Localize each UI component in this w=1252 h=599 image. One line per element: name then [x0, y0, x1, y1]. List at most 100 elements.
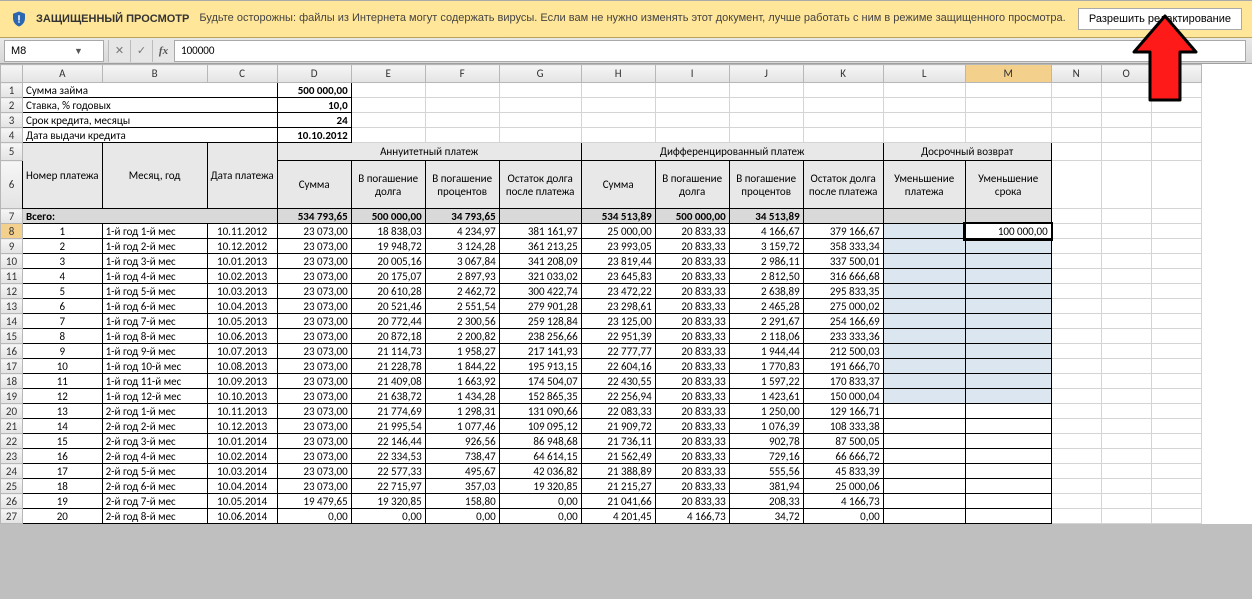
data-cell[interactable]: 2 118,06 — [729, 329, 803, 344]
cell-month[interactable]: 1-й год 11-й мес — [102, 374, 207, 389]
row-header[interactable]: 18 — [1, 374, 23, 389]
cell-date[interactable]: 10.10.2013 — [207, 389, 277, 404]
col-header[interactable]: G — [499, 65, 581, 83]
data-cell[interactable]: 23 073,00 — [277, 254, 351, 269]
data-cell[interactable]: 212 500,03 — [803, 344, 883, 359]
data-cell[interactable]: 361 213,25 — [499, 239, 581, 254]
data-cell[interactable]: 23 819,44 — [581, 254, 655, 269]
cell-num[interactable]: 1 — [23, 224, 103, 239]
cell-num[interactable]: 12 — [23, 389, 103, 404]
cell-month[interactable]: 2-й год 3-й мес — [102, 434, 207, 449]
data-cell[interactable]: 21 638,72 — [351, 389, 425, 404]
col-header[interactable]: E — [351, 65, 425, 83]
param-label[interactable]: Дата выдачи кредита — [23, 128, 278, 143]
select-all-button[interactable] — [1, 65, 23, 83]
data-cell[interactable]: 275 000,02 — [803, 299, 883, 314]
data-cell[interactable]: 20 833,33 — [655, 269, 729, 284]
col-header[interactable]: M — [965, 65, 1051, 83]
row-header[interactable]: 6 — [1, 161, 23, 209]
data-cell[interactable]: 20 833,33 — [655, 254, 729, 269]
data-cell[interactable]: 2 897,93 — [425, 269, 499, 284]
cell-num[interactable]: 3 — [23, 254, 103, 269]
cancel-icon[interactable]: ✕ — [108, 40, 130, 62]
data-cell[interactable]: 23 073,00 — [277, 449, 351, 464]
data-cell[interactable]: 1 298,31 — [425, 404, 499, 419]
cell-date[interactable]: 10.03.2014 — [207, 464, 277, 479]
cell-date[interactable]: 10.06.2014 — [207, 509, 277, 524]
row-header[interactable]: 4 — [1, 128, 23, 143]
cell-month[interactable]: 2-й год 2-й мес — [102, 419, 207, 434]
data-cell[interactable]: 20 833,33 — [655, 344, 729, 359]
totals-label[interactable]: Всего: — [23, 209, 278, 224]
data-cell[interactable]: 381 161,97 — [499, 224, 581, 239]
data-cell[interactable]: 4 234,97 — [425, 224, 499, 239]
col-header[interactable]: L — [883, 65, 965, 83]
cell-num[interactable]: 19 — [23, 494, 103, 509]
fx-icon[interactable]: fx — [152, 40, 174, 62]
data-cell[interactable]: 738,47 — [425, 449, 499, 464]
cell-num[interactable]: 10 — [23, 359, 103, 374]
data-cell[interactable]: 23 073,00 — [277, 239, 351, 254]
data-cell[interactable]: 254 166,69 — [803, 314, 883, 329]
data-cell[interactable]: 20 833,33 — [655, 434, 729, 449]
data-cell[interactable]: 2 986,11 — [729, 254, 803, 269]
data-cell[interactable]: 20 610,28 — [351, 284, 425, 299]
data-cell[interactable]: 729,16 — [729, 449, 803, 464]
data-cell[interactable]: 23 073,00 — [277, 344, 351, 359]
data-cell[interactable]: 1 663,92 — [425, 374, 499, 389]
row-header[interactable]: 24 — [1, 464, 23, 479]
data-cell[interactable]: 1 597,22 — [729, 374, 803, 389]
data-cell[interactable]: 23 993,05 — [581, 239, 655, 254]
col-subheader[interactable]: Уменьшение срока — [965, 161, 1051, 209]
cell-month[interactable]: 1-й год 10-й мес — [102, 359, 207, 374]
cell-date[interactable]: 10.02.2014 — [207, 449, 277, 464]
data-cell[interactable]: 23 073,00 — [277, 224, 351, 239]
data-cell[interactable]: 1 770,83 — [729, 359, 803, 374]
enable-editing-button[interactable]: Разрешить редактирование — [1078, 8, 1242, 30]
data-cell[interactable]: 21 388,89 — [581, 464, 655, 479]
data-cell[interactable]: 19 320,85 — [351, 494, 425, 509]
cell-num[interactable]: 17 — [23, 464, 103, 479]
data-cell[interactable]: 2 465,28 — [729, 299, 803, 314]
cell-date[interactable]: 10.03.2013 — [207, 284, 277, 299]
col-header[interactable]: B — [102, 65, 207, 83]
cell-month[interactable]: 2-й год 5-й мес — [102, 464, 207, 479]
cell-num[interactable]: 18 — [23, 479, 103, 494]
cell-num[interactable]: 6 — [23, 299, 103, 314]
row-header[interactable]: 22 — [1, 434, 23, 449]
data-cell[interactable]: 23 645,83 — [581, 269, 655, 284]
data-cell[interactable]: 0,00 — [351, 509, 425, 524]
data-cell[interactable]: 23 073,00 — [277, 374, 351, 389]
col-header[interactable]: F — [425, 65, 499, 83]
param-label[interactable]: Ставка, % годовых — [23, 98, 278, 113]
cell-date[interactable]: 10.12.2012 — [207, 239, 277, 254]
data-cell[interactable]: 20 521,46 — [351, 299, 425, 314]
hdr-date[interactable]: Дата платежа — [207, 143, 277, 209]
data-cell[interactable]: 23 073,00 — [277, 434, 351, 449]
row-header[interactable]: 15 — [1, 329, 23, 344]
param-label[interactable]: Сумма займа — [23, 83, 278, 98]
col-header[interactable]: P — [1151, 65, 1201, 83]
data-cell[interactable]: 20 833,33 — [655, 374, 729, 389]
data-cell[interactable]: 381,94 — [729, 479, 803, 494]
data-cell[interactable]: 45 833,39 — [803, 464, 883, 479]
data-cell[interactable]: 3 124,28 — [425, 239, 499, 254]
data-cell[interactable]: 195 913,15 — [499, 359, 581, 374]
row-header[interactable]: 5 — [1, 143, 23, 161]
data-cell[interactable]: 21 114,73 — [351, 344, 425, 359]
col-subheader[interactable]: В погашение долга — [655, 161, 729, 209]
row-header[interactable]: 12 — [1, 284, 23, 299]
data-cell[interactable]: 20 833,33 — [655, 389, 729, 404]
cell-date[interactable]: 10.07.2013 — [207, 344, 277, 359]
data-cell[interactable]: 108 333,38 — [803, 419, 883, 434]
group-annuity[interactable]: Аннуитетный платеж — [277, 143, 581, 161]
data-cell[interactable]: 902,78 — [729, 434, 803, 449]
data-cell[interactable]: 23 073,00 — [277, 269, 351, 284]
data-cell[interactable]: 86 948,68 — [499, 434, 581, 449]
data-cell[interactable]: 20 833,33 — [655, 419, 729, 434]
row-header[interactable]: 19 — [1, 389, 23, 404]
totals-cell[interactable]: 534 793,65 — [277, 209, 351, 224]
data-cell[interactable]: 22 577,33 — [351, 464, 425, 479]
name-box[interactable]: M8 ▼ — [4, 40, 104, 62]
data-cell[interactable]: 357,03 — [425, 479, 499, 494]
